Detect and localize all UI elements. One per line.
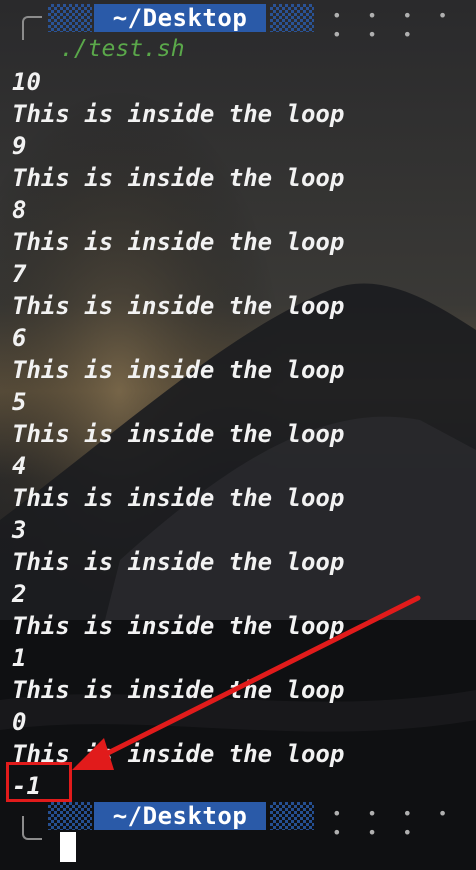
output-line: 10 [12, 68, 41, 96]
command-output: 10 This is inside the loop 9 This is ins… [12, 66, 344, 802]
prompt-dither-right [270, 4, 314, 32]
output-line: This is inside the loop [12, 228, 345, 256]
prompt-corner-line [22, 816, 42, 840]
output-line: This is inside the loop [12, 740, 345, 768]
output-line: 4 [12, 452, 27, 480]
output-line: This is inside the loop [12, 484, 345, 512]
command-text: ./test.sh [60, 36, 185, 62]
prompt-corner-line [22, 16, 42, 40]
prompt-dither-right [270, 802, 314, 830]
output-line: 6 [12, 324, 27, 352]
prompt-dither-left [48, 4, 92, 32]
output-line: This is inside the loop [12, 164, 345, 192]
prompt-directory: ~/Desktop [94, 4, 266, 32]
output-line: 7 [12, 260, 27, 288]
output-line: This is inside the loop [12, 548, 345, 576]
output-line-highlighted: -1 [12, 772, 41, 800]
prompt-dots: • • • • • • • [332, 6, 456, 44]
bottom-prompt-bar: ~/Desktop • • • • • • • [0, 800, 476, 842]
output-line: This is inside the loop [12, 356, 345, 384]
prompt-directory: ~/Desktop [94, 802, 266, 830]
output-line: This is inside the loop [12, 420, 345, 448]
output-line: 0 [12, 708, 27, 736]
prompt-dither-left [48, 802, 92, 830]
terminal-window[interactable]: ~/Desktop • • • • • • • ./test.sh 10 Thi… [0, 0, 476, 870]
text-cursor[interactable] [60, 832, 76, 862]
prompt-dots: • • • • • • • [332, 804, 456, 842]
output-line: This is inside the loop [12, 100, 345, 128]
output-line: This is inside the loop [12, 292, 345, 320]
output-line: This is inside the loop [12, 676, 345, 704]
output-line: 5 [12, 388, 27, 416]
output-line: 2 [12, 580, 27, 608]
output-line: 3 [12, 516, 27, 544]
top-prompt-bar: ~/Desktop • • • • • • • [0, 2, 476, 44]
output-line: 8 [12, 196, 27, 224]
output-line: 1 [12, 644, 27, 672]
output-line: 9 [12, 132, 27, 160]
output-line: This is inside the loop [12, 612, 345, 640]
